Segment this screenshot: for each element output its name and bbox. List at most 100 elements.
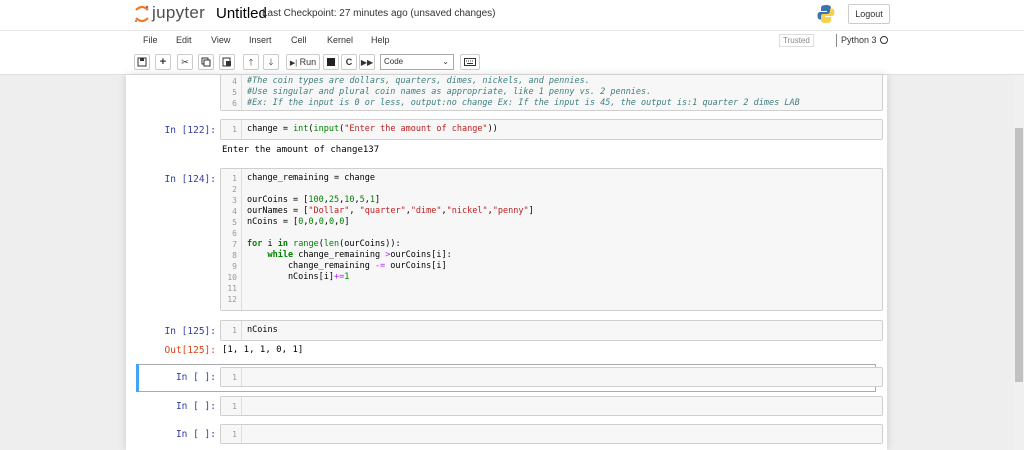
kernel-name[interactable]: Python 3 bbox=[841, 35, 877, 45]
paste-icon bbox=[222, 57, 231, 67]
menu-edit[interactable]: Edit bbox=[176, 35, 192, 45]
line-number: 9 bbox=[232, 262, 237, 271]
code-line: #The coin types are dollars, quarters, d… bbox=[247, 76, 590, 86]
copy-icon bbox=[201, 57, 211, 67]
menu-help[interactable]: Help bbox=[371, 35, 390, 45]
notebook-name[interactable]: Untitled bbox=[216, 5, 267, 22]
save-icon bbox=[137, 57, 147, 67]
line-number: 1 bbox=[232, 174, 237, 183]
code-cell[interactable]: In [125]: 1 nCoins Out[125]: [1, 1, 1, 0… bbox=[136, 319, 883, 359]
code-editor[interactable]: 4 5 6 #The coin types are dollars, quart… bbox=[220, 75, 883, 111]
line-gutter: 1 bbox=[221, 425, 242, 443]
restart-run-all-button[interactable]: ▶▶ bbox=[359, 54, 375, 70]
cell-output: Enter the amount of change137 bbox=[222, 145, 380, 155]
insert-cell-button[interactable]: + bbox=[155, 54, 171, 70]
line-number: 12 bbox=[227, 295, 237, 304]
menu-insert[interactable]: Insert bbox=[249, 35, 272, 45]
line-number: 2 bbox=[232, 185, 237, 194]
code-editor[interactable]: 1 bbox=[220, 396, 883, 416]
save-button[interactable] bbox=[134, 54, 150, 70]
line-gutter: 4 5 6 bbox=[221, 75, 242, 110]
code-line: nCoins = [0,0,0,0,0] bbox=[247, 217, 350, 227]
code-editor[interactable]: 1 nCoins bbox=[220, 320, 883, 341]
line-number: 8 bbox=[232, 251, 237, 260]
code-line: ourCoins = [100,25,10,5,1] bbox=[247, 195, 381, 205]
kernel-idle-indicator bbox=[880, 36, 888, 44]
code-line: change = int(input("Enter the amount of … bbox=[247, 124, 498, 134]
checkpoint-status: Last Checkpoint: 27 minutes ago (unsaved… bbox=[262, 8, 496, 19]
jupyter-logo-text: jupyter bbox=[152, 3, 206, 22]
arrow-down-icon: 🡓 bbox=[268, 57, 274, 67]
logout-button[interactable]: Logout bbox=[848, 4, 890, 24]
code-editor[interactable]: 1 change = int(input("Enter the amount o… bbox=[220, 119, 883, 140]
code-cell[interactable]: In [124]: 1 2 3 4 5 6 7 8 9 10 11 12 cha… bbox=[136, 168, 883, 313]
line-gutter: 1 bbox=[221, 321, 242, 340]
command-palette-button[interactable] bbox=[460, 54, 480, 70]
scrollbar-thumb[interactable] bbox=[1015, 128, 1023, 382]
code-cell[interactable]: In [ ]: 1 bbox=[136, 423, 883, 447]
jupyter-logo[interactable]: jupyter bbox=[134, 3, 208, 25]
code-line: change_remaining -= ourCoins[i] bbox=[247, 261, 447, 271]
move-up-button[interactable]: 🡑 bbox=[243, 54, 259, 70]
paste-button[interactable] bbox=[219, 54, 235, 70]
code-line: #Use singular and plural coin names as a… bbox=[247, 87, 652, 97]
cell-type-select[interactable]: Code ⌄ bbox=[380, 54, 454, 70]
input-prompt: In [ ]: bbox=[175, 429, 216, 440]
input-prompt: In [ ]: bbox=[175, 401, 216, 412]
code-editor[interactable]: 1 bbox=[220, 424, 883, 444]
line-number: 6 bbox=[232, 99, 237, 108]
line-gutter: 1 2 3 4 5 6 7 8 9 10 11 12 bbox=[221, 169, 242, 310]
code-cell[interactable]: In [122]: 1 change = int(input("Enter th… bbox=[136, 118, 883, 158]
cut-button[interactable]: ✂ bbox=[177, 54, 193, 70]
line-number: 10 bbox=[227, 273, 237, 282]
code-line: while change_remaining >ourCoins[i]: bbox=[267, 250, 452, 260]
move-down-button[interactable]: 🡓 bbox=[263, 54, 279, 70]
output-prompt: Out[125]: bbox=[164, 345, 216, 356]
line-number: 5 bbox=[232, 88, 237, 97]
line-number: 7 bbox=[232, 240, 237, 249]
code-cell-selected[interactable]: In [ ]: 1 bbox=[136, 366, 883, 390]
plus-icon: + bbox=[159, 56, 167, 68]
kernel-separator bbox=[836, 34, 837, 47]
code-cell[interactable]: In [ ]: 1 bbox=[136, 395, 883, 419]
menu-cell[interactable]: Cell bbox=[291, 35, 307, 45]
cell-type-value: Code bbox=[384, 57, 404, 66]
line-number: 1 bbox=[232, 326, 237, 335]
trusted-badge[interactable]: Trusted bbox=[779, 34, 814, 47]
line-number: 1 bbox=[232, 373, 237, 382]
line-number: 5 bbox=[232, 218, 237, 227]
copy-button[interactable] bbox=[198, 54, 214, 70]
fast-forward-icon: ▶▶ bbox=[360, 58, 374, 67]
menu-file[interactable]: File bbox=[143, 35, 158, 45]
line-number: 3 bbox=[232, 196, 237, 205]
line-gutter: 1 bbox=[221, 120, 242, 139]
line-number: 1 bbox=[232, 125, 237, 134]
code-line: for i in range(len(ourCoins)): bbox=[247, 239, 401, 249]
code-editor[interactable]: 1 bbox=[220, 367, 883, 387]
interrupt-button[interactable] bbox=[323, 54, 339, 70]
code-editor[interactable]: 1 2 3 4 5 6 7 8 9 10 11 12 change_remain… bbox=[220, 168, 883, 311]
keyboard-icon bbox=[464, 58, 476, 66]
code-line: change_remaining = change bbox=[247, 173, 375, 183]
step-forward-icon: ▶| bbox=[289, 60, 298, 67]
stop-icon bbox=[327, 58, 335, 66]
line-number: 1 bbox=[232, 430, 237, 439]
refresh-icon: C bbox=[345, 57, 353, 67]
python-logo-icon bbox=[817, 5, 835, 23]
jupyter-logo-icon bbox=[135, 5, 149, 23]
input-prompt: In [122]: bbox=[164, 125, 216, 136]
toolbar: + ✂ 🡑 🡓 ▶| Run C ▶▶ Code ⌄ bbox=[0, 50, 1024, 75]
menu-kernel[interactable]: Kernel bbox=[327, 35, 353, 45]
run-label: Run bbox=[299, 57, 317, 67]
input-prompt: In [ ]: bbox=[175, 372, 216, 383]
menu-view[interactable]: View bbox=[211, 35, 230, 45]
code-cell[interactable]: 4 5 6 #The coin types are dollars, quart… bbox=[136, 75, 883, 113]
line-gutter: 1 bbox=[221, 368, 242, 386]
code-line: nCoins bbox=[247, 325, 278, 335]
menu-bar: File Edit View Insert Cell Kernel Help T… bbox=[0, 30, 1024, 50]
notebook-container: 4 5 6 #The coin types are dollars, quart… bbox=[126, 75, 887, 450]
restart-button[interactable]: C bbox=[341, 54, 357, 70]
run-button[interactable]: ▶| Run bbox=[286, 54, 320, 70]
cell-output: [1, 1, 1, 0, 1] bbox=[222, 345, 304, 355]
chevron-down-icon: ⌄ bbox=[442, 57, 449, 66]
